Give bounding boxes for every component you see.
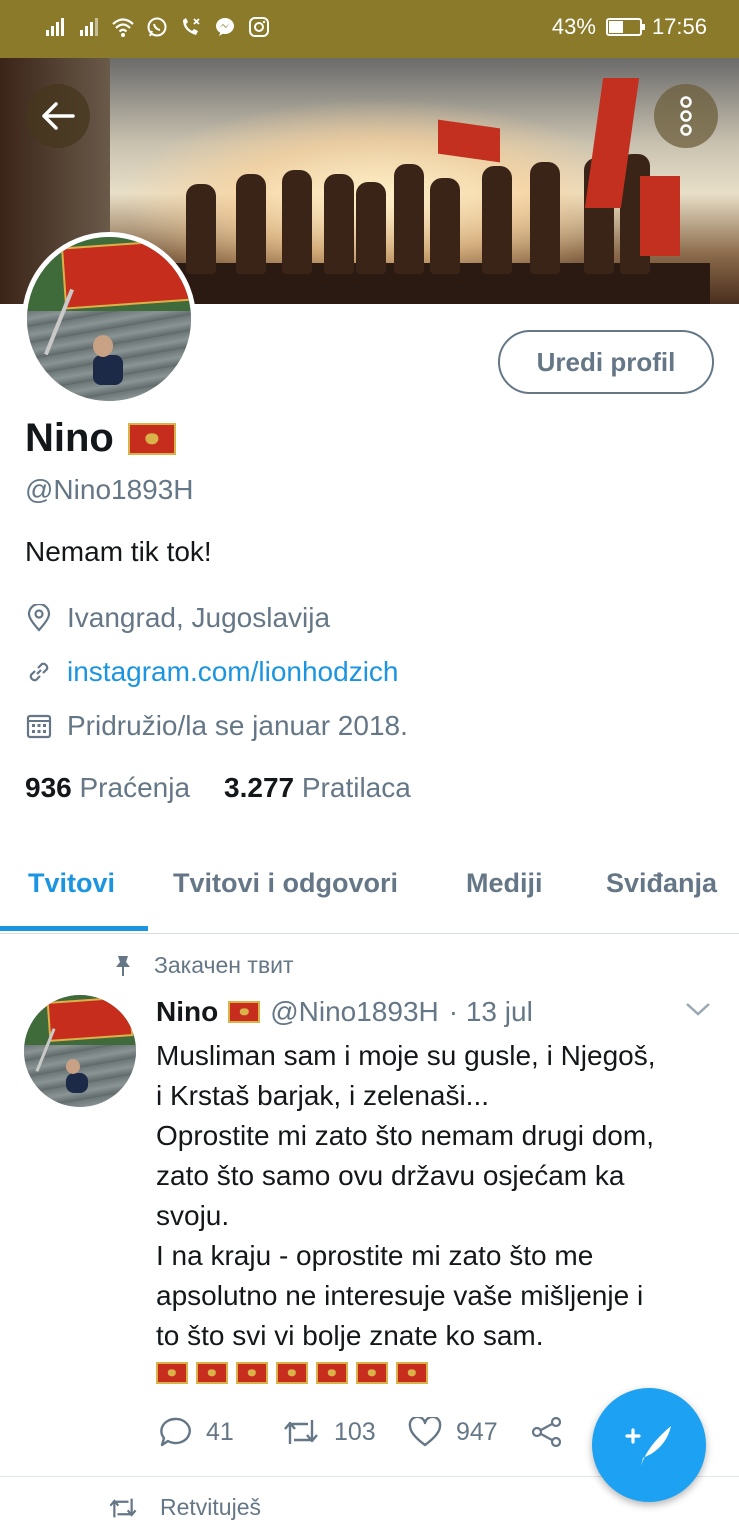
- montenegro-flag-emoji: [196, 1362, 228, 1384]
- tweet-line: I na kraju - oprostite mi zato što me: [156, 1240, 594, 1271]
- followers-count: 3.277: [224, 772, 295, 803]
- tweet-line: i Krstaš barjak, i zelenaši...: [156, 1080, 490, 1111]
- tab-tweets-and-replies[interactable]: Tvitovi i odgovori: [173, 868, 398, 899]
- like-button[interactable]: 947: [408, 1417, 530, 1447]
- retweet-icon: [109, 1498, 137, 1517]
- reply-icon: [160, 1417, 191, 1447]
- signal-icon: [46, 18, 64, 36]
- montenegro-flag-emoji: [316, 1362, 348, 1384]
- profile-handle: @Nino1893H: [25, 474, 194, 505]
- following-count: 936: [25, 772, 72, 803]
- heart-icon: [408, 1417, 442, 1447]
- profile-bio: Nemam tik tok!: [25, 536, 212, 567]
- montenegro-flag-emoji: [236, 1362, 268, 1384]
- more-options-button[interactable]: [654, 84, 718, 148]
- retweeted-label: Retvituješ: [108, 1494, 261, 1521]
- profile-location: Ivangrad, Jugoslavija: [67, 602, 331, 633]
- profile-name: Nino: [25, 416, 114, 460]
- following-label: Praćenja: [79, 772, 191, 803]
- montenegro-flag-emoji: [356, 1362, 388, 1384]
- followers-label: Pratilaca: [301, 772, 411, 803]
- montenegro-flag-icon: [127, 422, 176, 455]
- edit-profile-button[interactable]: Uredi profil: [498, 330, 714, 394]
- profile-website-link[interactable]: instagram.com/lionhodzich: [67, 656, 399, 688]
- whatsapp-icon: [147, 17, 167, 37]
- flag-emoji-row: [156, 1362, 716, 1384]
- tab-likes[interactable]: Sviđanja: [606, 868, 717, 899]
- status-bar: 43% 17:56: [0, 0, 739, 58]
- tweet-line: to što svi vi bolje znate ko sam.: [156, 1320, 544, 1351]
- tweet-author-avatar[interactable]: [24, 995, 136, 1107]
- location-pin-icon: [27, 604, 51, 632]
- following-link[interactable]: 936 Praćenja: [25, 772, 190, 804]
- montenegro-flag-emoji: [156, 1362, 188, 1384]
- retweet-icon: [284, 1420, 318, 1444]
- calendar-icon: [26, 714, 52, 739]
- montenegro-flag-emoji: [396, 1362, 428, 1384]
- tab-media[interactable]: Mediji: [466, 868, 543, 899]
- missed-call-icon: [183, 18, 200, 35]
- followers-link[interactable]: 3.277 Pratilaca: [224, 772, 411, 804]
- chevron-down-icon[interactable]: [684, 1000, 712, 1018]
- joined-row: Pridružio/la se januar 2018.: [25, 710, 408, 742]
- messenger-icon: [216, 18, 234, 36]
- status-icons-left: [44, 16, 270, 38]
- link-icon: [29, 662, 49, 682]
- battery-percent: 43%: [551, 14, 596, 39]
- status-icons-right: 43% 17:56: [552, 14, 707, 40]
- share-icon: [531, 1416, 562, 1448]
- wifi-icon: [112, 18, 134, 37]
- pin-icon: [116, 955, 130, 976]
- montenegro-flag-icon: [228, 1001, 261, 1023]
- tweet-line: apsolutno ne interesuje vaše mišljenje i: [156, 1280, 644, 1311]
- compose-tweet-icon: [625, 1426, 671, 1466]
- tweet-author-name[interactable]: Nino: [156, 996, 218, 1028]
- tweet-header: Nino @Nino1893H · 13 jul: [156, 996, 533, 1028]
- instagram-icon: [249, 17, 269, 37]
- pinned-tweet-label: Закачен твит: [112, 952, 294, 979]
- compose-tweet-button[interactable]: [592, 1388, 706, 1502]
- reply-count: 41: [206, 1417, 234, 1446]
- profile-tabs: Tvitovi Tvitovi i odgovori Mediji Sviđan…: [0, 840, 739, 934]
- tweet-line: Musliman sam i moje su gusle, i Njegoš,: [156, 1040, 656, 1071]
- clock: 17:56: [651, 14, 707, 39]
- active-tab-indicator: [0, 926, 148, 931]
- tweet-line: zato što samo ovu državu osjećam ka: [156, 1160, 625, 1191]
- tweet-date[interactable]: · 13 jul: [449, 996, 533, 1028]
- profile-name-row: Nino: [25, 416, 176, 461]
- reply-button[interactable]: 41: [158, 1416, 282, 1448]
- retweet-button[interactable]: 103: [282, 1418, 408, 1447]
- tweet-text[interactable]: Musliman sam i moje su gusle, i Njegoš, …: [156, 1036, 716, 1384]
- profile-avatar[interactable]: [22, 232, 196, 406]
- battery-icon: [605, 18, 645, 36]
- like-count: 947: [456, 1417, 498, 1446]
- website-row: instagram.com/lionhodzich: [25, 656, 399, 688]
- follow-stats: 936 Praćenja 3.277 Pratilaca: [25, 772, 411, 804]
- tweet-line: Oprostite mi zato što nemam drugi dom,: [156, 1120, 654, 1151]
- more-vertical-icon: [680, 96, 692, 136]
- back-arrow-icon: [42, 102, 75, 130]
- tweet-line: svoju.: [156, 1200, 230, 1231]
- share-button[interactable]: [530, 1416, 564, 1448]
- location-row: Ivangrad, Jugoslavija: [25, 602, 330, 634]
- profile-joined-date: Pridružio/la se januar 2018.: [67, 710, 408, 741]
- retweet-count: 103: [334, 1417, 376, 1446]
- tweet-actions: 41 103 947: [158, 1416, 564, 1448]
- tweet-author-handle[interactable]: @Nino1893H: [270, 996, 439, 1028]
- montenegro-flag-emoji: [276, 1362, 308, 1384]
- signal-icon: [80, 18, 98, 36]
- back-button[interactable]: [26, 84, 90, 148]
- tab-tweets[interactable]: Tvitovi: [28, 868, 115, 899]
